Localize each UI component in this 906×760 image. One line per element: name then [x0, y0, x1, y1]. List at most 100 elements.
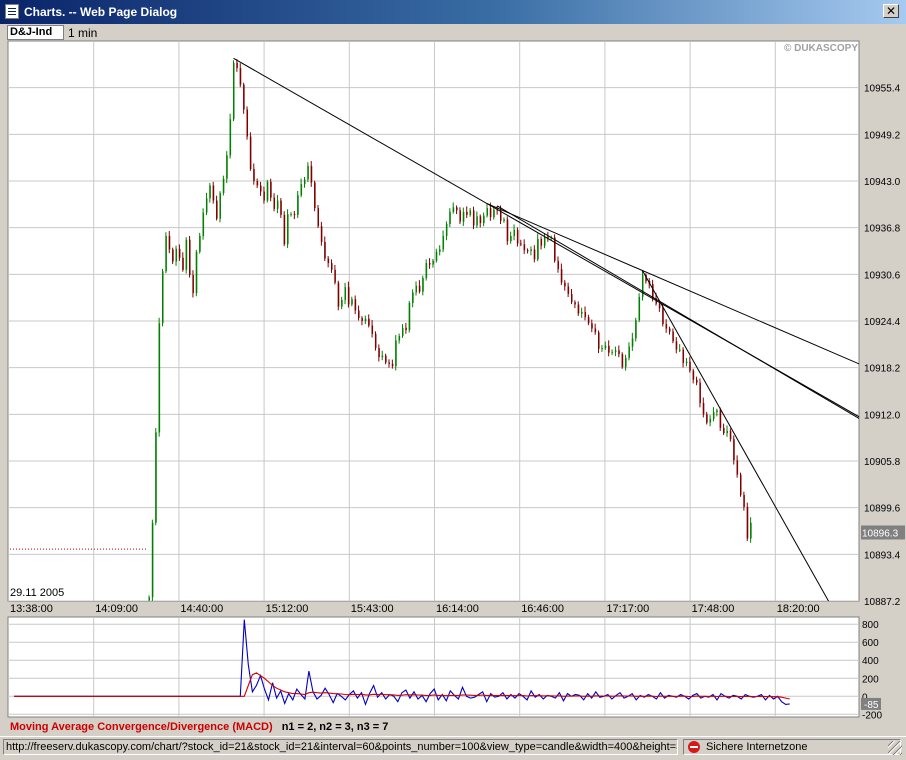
security-zone: Sichere Internetzone	[683, 739, 901, 755]
candle-body	[165, 236, 167, 271]
security-zone-label: Sichere Internetzone	[706, 740, 808, 754]
time-tick-label: 16:14:00	[436, 603, 479, 615]
time-tick-label: 16:46:00	[521, 603, 564, 615]
candle-body	[524, 244, 526, 250]
candle-body	[230, 119, 232, 155]
candle-body	[662, 308, 664, 324]
candle-body	[243, 85, 245, 110]
candle-body	[236, 63, 238, 68]
candle-body	[372, 326, 374, 334]
window-title: Charts. -- Web Page Dialog	[24, 5, 177, 19]
candle-body	[311, 166, 313, 183]
candle-body	[541, 239, 543, 246]
candle-body	[192, 275, 194, 293]
candle-body	[730, 431, 732, 439]
timeframe-label: 1 min	[68, 26, 97, 40]
candle-body	[432, 261, 434, 265]
candle-body	[693, 371, 695, 380]
candle-body	[314, 183, 316, 209]
candle-body	[382, 356, 384, 358]
candle-body	[710, 419, 712, 423]
status-url: http://freeserv.dukascopy.com/chart/?sto…	[3, 739, 678, 755]
candle-body	[747, 507, 749, 539]
candle-body	[426, 263, 428, 278]
candle-body	[189, 240, 191, 275]
candle-body	[405, 328, 407, 330]
candle-body	[172, 249, 174, 261]
candle-body	[699, 383, 701, 403]
macd-legend: Moving Average Convergence/Divergence (M…	[10, 721, 388, 733]
candle-body	[395, 341, 397, 367]
time-axis: 13:38:0014:09:0014:40:0015:12:0015:43:00…	[10, 603, 820, 615]
candle-body	[615, 350, 617, 352]
candle-body	[176, 249, 178, 262]
candle-body	[284, 215, 286, 244]
candle-body	[530, 249, 532, 251]
candle-body	[740, 475, 742, 495]
candle-body	[206, 198, 208, 212]
candle-body	[274, 198, 276, 209]
candle-body	[750, 523, 752, 539]
candle-body	[463, 212, 465, 222]
candle-body	[358, 310, 360, 318]
candle-body	[240, 68, 242, 85]
current-price-tag: 10896.3	[861, 526, 905, 540]
date-label: 29.11 2005	[10, 587, 64, 599]
close-button[interactable]: ✕	[883, 4, 899, 18]
time-tick-label: 15:12:00	[266, 603, 309, 615]
candle-body	[287, 214, 289, 244]
candle-body	[277, 201, 279, 209]
candle-body	[473, 210, 475, 225]
price-tick-label: 10893.4	[864, 550, 901, 561]
candle-body	[301, 184, 303, 195]
candle-body	[267, 182, 269, 201]
dukascopy-watermark: © DUKASCOPY	[784, 43, 858, 54]
time-tick-label: 14:40:00	[180, 603, 223, 615]
candle-body	[263, 192, 265, 201]
instrument-selector[interactable]: D&J-Ind	[7, 25, 64, 40]
candle-body	[490, 208, 492, 217]
candle-body	[331, 263, 333, 270]
candle-body	[534, 249, 536, 259]
candle-body	[598, 332, 600, 349]
candle-body	[571, 294, 573, 302]
price-tick-label: 10943.0	[864, 177, 901, 188]
candle-body	[666, 324, 668, 329]
macd-panel[interactable]	[8, 617, 859, 717]
price-tick-label: 10955.4	[864, 84, 901, 95]
candle-body	[378, 348, 380, 357]
candle-body	[723, 428, 725, 433]
candle-body	[416, 286, 418, 293]
candle-body	[270, 182, 272, 198]
candle-body	[443, 236, 445, 250]
candle-body	[706, 414, 708, 422]
candle-body	[247, 109, 249, 136]
window-app-icon	[5, 4, 19, 19]
title-bar: Charts. -- Web Page Dialog ✕	[0, 0, 906, 24]
candle-body	[470, 210, 472, 215]
candle-body	[591, 323, 593, 328]
candle-body	[436, 252, 438, 261]
macd-legend-title: Moving Average Convergence/Divergence (M…	[10, 721, 273, 733]
candle-body	[507, 219, 509, 241]
candle-body	[345, 287, 347, 300]
candle-body	[209, 186, 211, 199]
candle-body	[321, 226, 323, 242]
candle-body	[743, 495, 745, 507]
candle-body	[213, 186, 215, 201]
macd-tick-label: -200	[862, 710, 882, 721]
candle-body	[676, 341, 678, 349]
candle-body	[341, 300, 343, 307]
candle-body	[392, 364, 394, 366]
resize-grip-icon[interactable]	[888, 741, 902, 755]
candle-body	[348, 287, 350, 304]
time-tick-label: 17:48:00	[692, 603, 735, 615]
candle-body	[351, 299, 353, 304]
macd-legend-params: n1 = 2, n2 = 3, n3 = 7	[282, 721, 389, 733]
candle-body	[233, 63, 235, 119]
candle-body	[412, 292, 414, 303]
candle-body	[669, 329, 671, 332]
candle-body	[564, 283, 566, 287]
price-tick-label: 10887.2	[864, 597, 901, 608]
price-tick-label: 10930.6	[864, 270, 901, 281]
